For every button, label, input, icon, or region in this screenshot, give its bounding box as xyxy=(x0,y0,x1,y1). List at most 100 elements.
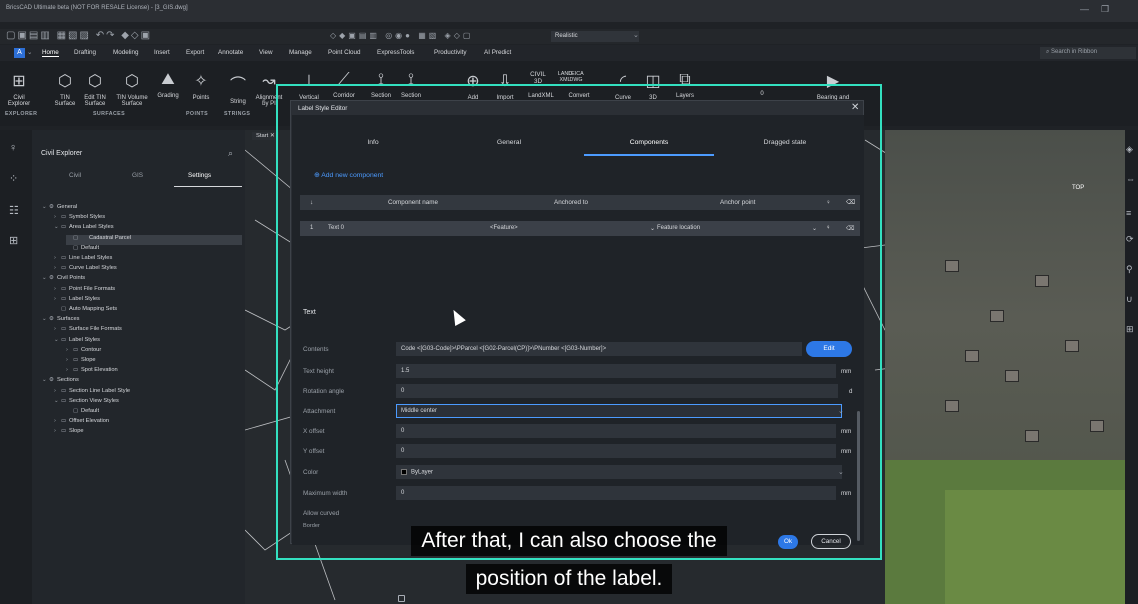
tree-item[interactable]: › ▭ Contour xyxy=(66,347,242,357)
chevron-right-icon[interactable]: › xyxy=(54,296,61,302)
tab-general[interactable]: General xyxy=(454,139,564,146)
tab-civil[interactable]: Civil xyxy=(69,172,81,179)
menu-expresstools[interactable]: ExpressTools xyxy=(377,49,414,56)
tree-item[interactable]: ⌄ ▭ Section View Styles xyxy=(54,398,242,408)
tree-item[interactable]: › ▭ Section Line Label Style xyxy=(54,388,242,398)
chevron-right-icon[interactable]: › xyxy=(66,357,73,363)
viewcube-top-label[interactable]: TOP xyxy=(1072,185,1084,191)
menu-view[interactable]: View xyxy=(259,49,273,56)
table-row[interactable]: 1 Text 0 <Feature> ⌄ Feature location ⌄ … xyxy=(300,221,860,236)
tree-panel-icon[interactable]: ☷ xyxy=(9,204,19,217)
chevron-down-icon[interactable]: ⌄ xyxy=(42,275,49,281)
lightbulb-icon[interactable]: ♀ xyxy=(9,142,17,154)
menu-annotate[interactable]: Annotate xyxy=(218,49,243,56)
menu-home[interactable]: Home xyxy=(42,49,59,57)
edit-contents-button[interactable]: Edit xyxy=(806,341,852,357)
grading-button[interactable]: ⛰ Grading xyxy=(153,71,183,99)
search-icon[interactable]: ⌕ xyxy=(228,148,233,159)
tab-gis[interactable]: GIS xyxy=(132,172,143,179)
app-menu-chevron-icon[interactable]: ⌄ xyxy=(27,49,32,56)
tab-start[interactable]: Start ✕ xyxy=(252,132,279,140)
leica-dwg-button[interactable]: LEICA DWG xyxy=(563,71,589,83)
menu-export[interactable]: Export xyxy=(186,49,204,56)
prop-field[interactable]: ByLayer xyxy=(396,465,842,479)
tree-item[interactable]: ⌄ ⚙ Sections xyxy=(42,377,242,387)
tree-item[interactable]: › ▭ Slope xyxy=(54,428,242,438)
chevron-right-icon[interactable]: › xyxy=(54,265,61,271)
app-menu-icon[interactable]: A xyxy=(14,48,25,58)
chevron-down-icon[interactable]: ⌄ xyxy=(812,225,817,232)
tab-components[interactable]: Components xyxy=(594,139,704,146)
tin-surface-button[interactable]: ⬡ TIN Surface xyxy=(50,71,80,107)
tin-volume-surface-button[interactable]: ⬡ TIN Volume Surface xyxy=(111,71,153,107)
tab-dragged-state[interactable]: Dragged state xyxy=(730,139,840,146)
qat-tool-icons[interactable]: ◇◆▣▤▥ ◎◉● ▦▧ ◈◇▢ xyxy=(330,31,473,40)
menu-modeling[interactable]: Modeling xyxy=(113,49,139,56)
panel-points[interactable]: POINTS xyxy=(186,111,208,117)
chevron-down-icon[interactable]: ⌄ xyxy=(42,377,49,383)
chevron-down-icon[interactable]: ⌄ xyxy=(838,407,844,415)
tree-item[interactable]: › ▭ Spot Elevation xyxy=(66,367,242,377)
tree-item[interactable]: ⌄ ▭ Label Styles xyxy=(54,337,242,347)
chevron-down-icon[interactable]: ⌄ xyxy=(54,224,61,230)
chevron-down-icon[interactable]: ⌄ xyxy=(650,225,655,232)
ribbon-search-input[interactable]: ⌕ Search in Ribbon xyxy=(1040,47,1136,59)
layers-icon[interactable]: ≡ xyxy=(1126,208,1131,218)
row-component-name[interactable]: Text 0 xyxy=(328,225,344,231)
chevron-down-icon[interactable]: ⌄ xyxy=(633,31,639,39)
menu-productivity[interactable]: Productivity xyxy=(434,49,467,56)
tab-info[interactable]: Info xyxy=(318,139,428,146)
trash-icon[interactable]: ⌫ xyxy=(846,199,855,206)
menu-drafting[interactable]: Drafting xyxy=(74,49,96,56)
edit-tin-surface-button[interactable]: ⬡ Edit TIN Surface xyxy=(80,71,110,107)
string-button[interactable]: ⌒ String xyxy=(223,71,253,105)
tree-item[interactable]: ▢ Default xyxy=(66,245,242,255)
civil-panel-icon[interactable]: ⊞ xyxy=(9,234,18,247)
panel-surfaces[interactable]: SURFACES xyxy=(93,111,125,117)
menu-point-cloud[interactable]: Point Cloud xyxy=(328,49,361,56)
rotate-icon[interactable]: ⟳ xyxy=(1126,234,1134,245)
prop-field[interactable]: Code <[G03-Code]>\PParcel <[G02-Parcel(C… xyxy=(396,342,802,356)
add-component-button[interactable]: ⊕ Add new component xyxy=(314,171,383,179)
prop-field[interactable]: 0 xyxy=(396,384,838,398)
lightbulb-icon[interactable]: ♀ xyxy=(826,199,831,206)
tree-item[interactable]: ⌄ ⚙ Surfaces xyxy=(42,316,242,326)
prop-field[interactable]: 1.5 xyxy=(396,364,836,378)
tree-item[interactable]: › ▭ Slope xyxy=(66,357,242,367)
grid-icon[interactable]: ⊞ xyxy=(1126,324,1134,335)
chevron-down-icon[interactable]: ⌄ xyxy=(54,337,61,343)
points-button[interactable]: ✧ Points xyxy=(186,71,216,101)
civil-3d-button[interactable]: CIVIL 3D xyxy=(525,71,551,85)
chevron-right-icon[interactable]: › xyxy=(54,214,61,220)
chevron-right-icon[interactable]: › xyxy=(54,418,61,424)
chevron-right-icon[interactable]: › xyxy=(54,388,61,394)
chevron-right-icon[interactable]: › xyxy=(54,326,61,332)
tree-item[interactable]: › ▭ Symbol Styles xyxy=(54,214,242,224)
chevron-down-icon[interactable]: ⌄ xyxy=(54,398,61,404)
prop-field[interactable]: Middle center xyxy=(396,404,842,418)
restore-icon[interactable]: ❐ xyxy=(1101,4,1109,15)
allow-curved-checkbox[interactable] xyxy=(398,595,405,602)
prop-field[interactable]: 0 xyxy=(396,444,836,458)
tree-item[interactable]: › ▭ Line Label Styles xyxy=(54,255,242,265)
chevron-right-icon[interactable]: › xyxy=(66,367,73,373)
chevron-down-icon[interactable]: ⌄ xyxy=(42,204,49,210)
delete-row-icon[interactable]: ⌫ xyxy=(846,225,854,232)
menu-ai-predict[interactable]: AI Predict xyxy=(484,49,511,56)
visibility-lightbulb-icon[interactable]: ♀ xyxy=(826,225,831,231)
panel-strings[interactable]: STRINGS xyxy=(224,111,250,117)
points-panel-icon[interactable]: ⁘ xyxy=(9,172,18,185)
tree-item[interactable]: ▢ Cadastral Parcel xyxy=(66,234,242,245)
arrows-icon[interactable]: ⇔ xyxy=(1126,174,1135,184)
tree-item[interactable]: › ▭ Point File Formats xyxy=(54,286,242,296)
cube-icon[interactable]: ◈ xyxy=(1126,144,1133,155)
chevron-down-icon[interactable]: ⌄ xyxy=(42,316,49,322)
tree-item[interactable]: › ▭ Surface File Formats xyxy=(54,326,242,336)
qat-icons[interactable]: ▢▣▤▥ ▦▧▨ ↶↷ ◆◇▣ xyxy=(6,30,152,41)
tree-item[interactable]: ▢ Default xyxy=(66,408,242,418)
civil-explorer-button[interactable]: ⊞ Civil Explorer xyxy=(6,71,32,107)
close-icon[interactable]: ✕ xyxy=(851,102,859,113)
chevron-down-icon[interactable]: ⌄ xyxy=(838,468,844,476)
chevron-right-icon[interactable]: › xyxy=(54,428,61,434)
tree-item[interactable]: ⌄ ⚙ General xyxy=(42,204,242,214)
